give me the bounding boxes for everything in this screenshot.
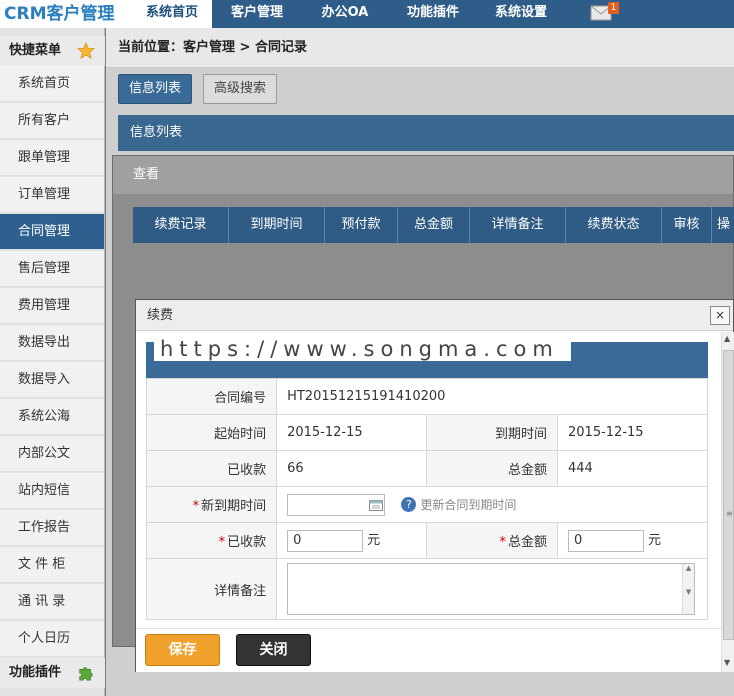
view-table-header: 续费记录 到期时间 预付款 总金额 详情备注 续费状态 审核 操 [133,207,734,243]
section-title: 信息列表 [118,115,734,151]
sidebar-item-contracts[interactable]: 合同管理 [0,214,104,250]
close-icon[interactable]: × [710,306,730,325]
end-date-label: 到期时间 [426,414,559,451]
quick-menu-label: 快捷菜单 [9,43,62,58]
sidebar-item-expenses[interactable]: 费用管理 [0,288,104,324]
notes-label: 详情备注 [145,558,278,620]
received-input-label: 已收款 [227,535,267,550]
total-value: 444 [557,450,708,487]
tab-advanced-search[interactable]: 高级搜索 [203,74,278,104]
nav-office-oa[interactable]: 办公OA [302,0,388,28]
received-input-label-cell: * 已收款 [145,522,278,559]
col-expire-date: 到期时间 [229,207,325,243]
dialog-footer: 保存 关闭 [136,628,721,672]
sidebar-item-followup[interactable]: 跟单管理 [0,140,104,176]
calendar-icon[interactable] [369,499,384,511]
scroll-down-icon[interactable]: ▼ [724,658,730,667]
quick-menu-header: 快捷菜单 [0,36,105,66]
sidebar-item-orders[interactable]: 订单管理 [0,177,104,213]
sidebar-item-calendar[interactable]: 个人日历 [0,621,104,657]
received-input[interactable]: 0 [287,529,364,552]
sidebar-item-import[interactable]: 数据导入 [0,362,104,398]
app-logo[interactable]: CRM客户管理 [0,0,132,28]
sidebar-item-export[interactable]: 数据导出 [0,325,104,361]
close-button[interactable]: 关闭 [236,634,311,666]
grip-icon: ≡ [726,509,733,518]
sidebar-item-home[interactable]: 系统首页 [0,66,104,102]
sidebar-item-internal-docs[interactable]: 内部公文 [0,436,104,472]
sidebar-item-messages[interactable]: 站内短信 [0,473,104,509]
received-value: 66 [276,450,428,487]
new-end-date-label: 新到期时间 [201,499,267,514]
notes-textarea[interactable]: ▲ ▼ [287,563,696,615]
notes-cell: ▲ ▼ [276,558,708,620]
renew-dialog: 续费 × ▲ ≡ ▼ https://www.songma.com 合同编号 H… [135,299,734,672]
renew-form: 合同编号 HT20151215191410200 起始时间 2015-12-15… [145,378,708,620]
mail-badge: 1 [608,2,619,14]
save-button[interactable]: 保存 [145,634,220,666]
sidebar-item-public-pool[interactable]: 系统公海 [0,399,104,435]
received-input-cell: 0元 [276,522,428,559]
sidebar-item-file-cabinet[interactable]: 文 件 柜 [0,547,104,583]
sidebar-item-reports[interactable]: 工作报告 [0,510,104,546]
tab-info-list[interactable]: 信息列表 [118,74,193,104]
received-unit: 元 [367,533,381,549]
end-date-value: 2015-12-15 [557,414,708,451]
watermark-text: https://www.songma.com [154,337,571,361]
received-label: 已收款 [145,450,278,487]
new-end-date-hint: 更新合同到期时间 [420,498,517,512]
nav-plugins[interactable]: 功能插件 [390,0,476,28]
sidebar-item-all-customers[interactable]: 所有客户 [0,103,104,139]
col-notes: 详情备注 [470,207,566,243]
nav-home[interactable]: 系统首页 [132,0,212,28]
col-review: 审核 [662,207,712,243]
contract-no-value: HT20151215191410200 [276,378,708,415]
sidebar-item-after-sales[interactable]: 售后管理 [0,251,104,287]
total-input-cell: 0元 [557,522,708,559]
scrollbar-thumb[interactable]: ≡ [723,350,734,640]
col-renew-record: 续费记录 [133,207,229,243]
start-date-label: 起始时间 [145,414,278,451]
total-input-label: 总金额 [508,535,548,550]
breadcrumb: 当前位置：客户管理 > 合同记录 [106,28,734,68]
contract-no-label: 合同编号 [145,378,278,415]
nav-settings[interactable]: 系统设置 [478,0,564,28]
view-dialog-title: 查看 [113,156,733,194]
total-input-label-cell: * 总金额 [426,522,559,559]
dialog-scrollbar[interactable]: ▲ ≡ ▼ [721,332,734,672]
sidebar-item-contacts[interactable]: 通 讯 录 [0,584,104,620]
star-icon [77,42,95,59]
new-end-date-label-cell: * 新到期时间 [145,486,278,523]
top-bar: CRM客户管理 系统首页 客户管理 办公OA 功能插件 系统设置 1 [0,0,734,28]
total-unit: 元 [648,533,662,549]
col-total-amount: 总金额 [398,207,470,243]
plugins-label: 功能插件 [9,665,62,680]
total-label: 总金额 [426,450,559,487]
plugins-header[interactable]: 功能插件 [0,658,105,688]
renew-dialog-title: 续费 [136,300,733,331]
puzzle-icon [79,667,93,681]
start-date-value: 2015-12-15 [276,414,428,451]
new-end-date-cell: ? 更新合同到期时间 [276,486,708,523]
col-renew-status: 续费状态 [566,207,662,243]
total-input[interactable]: 0 [568,529,645,552]
col-actions: 操 [716,217,730,232]
col-prepayment: 预付款 [325,207,398,243]
nav-customers[interactable]: 客户管理 [214,0,300,28]
help-icon: ? [401,497,417,512]
sidebar: 快捷菜单 系统首页 所有客户 跟单管理 订单管理 合同管理 售后管理 费用管理 … [0,28,105,696]
scroll-up-icon[interactable]: ▲ [724,334,730,343]
textarea-scrollbar[interactable]: ▲ ▼ [682,564,695,614]
